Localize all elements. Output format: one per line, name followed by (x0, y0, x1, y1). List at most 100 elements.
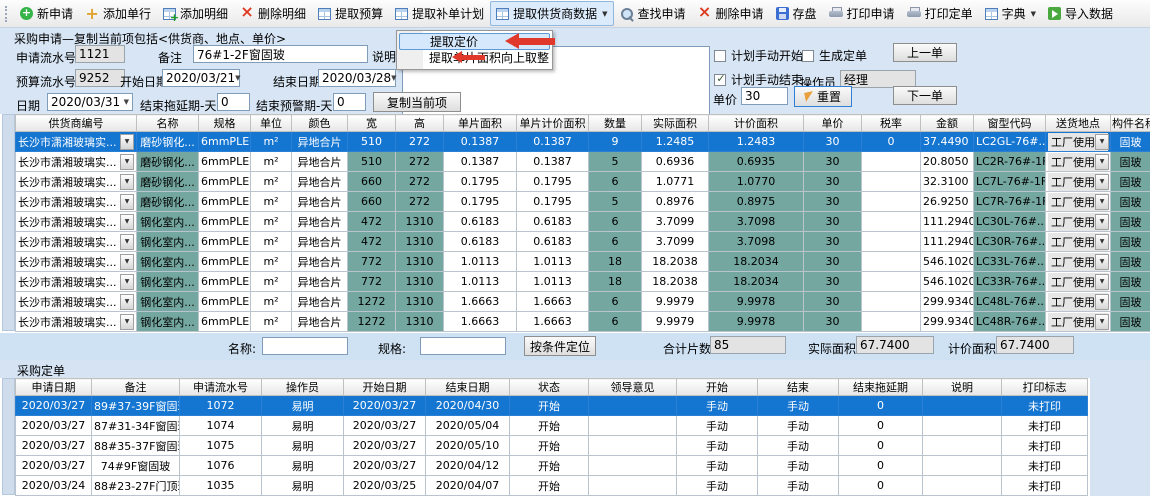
cell[interactable]: 易明 (262, 456, 344, 476)
cell[interactable]: 钢化室内... (137, 272, 199, 292)
column-header[interactable]: 开始 (677, 379, 758, 396)
supplier-combo[interactable]: 长沙市潇湘玻璃实...▼ (18, 153, 134, 171)
total-pieces-field[interactable] (710, 336, 786, 354)
cell[interactable]: LC2R-76#-1F (974, 152, 1046, 172)
chevron-down-icon[interactable]: ▼ (391, 74, 396, 82)
copy-current-item-button[interactable]: 复制当前项 (373, 92, 461, 112)
chevron-down-icon[interactable]: ▼ (120, 254, 134, 270)
cell[interactable]: 工厂使用▼ (1046, 212, 1111, 232)
cell[interactable]: 1272 (348, 292, 396, 312)
cell[interactable]: 工厂使用▼ (1046, 132, 1111, 152)
chevron-down-icon[interactable]: ▼ (120, 154, 134, 170)
cell[interactable]: 6mmPLE... (199, 152, 251, 172)
import-data-button[interactable]: 导入数据 (1042, 1, 1119, 26)
cell[interactable] (862, 292, 921, 312)
column-header[interactable]: 数量 (589, 115, 642, 132)
chevron-down-icon[interactable]: ▼ (120, 274, 134, 290)
cell[interactable]: 1075 (180, 436, 262, 456)
column-header[interactable]: 构件名称 (1111, 115, 1150, 132)
cell[interactable]: 30 (804, 312, 862, 332)
cell[interactable]: 546.1020 (921, 252, 974, 272)
cell[interactable]: 磨砂钢化... (137, 172, 199, 192)
cell[interactable]: 0 (839, 476, 923, 496)
cell[interactable]: 18 (589, 252, 642, 272)
cell[interactable]: 299.9340 (921, 312, 974, 332)
cell[interactable]: 1.0113 (517, 252, 589, 272)
cell[interactable]: 88#23-27F门顶玻 (92, 476, 180, 496)
column-header[interactable]: 结束拖延期 (839, 379, 923, 396)
cell[interactable] (862, 172, 921, 192)
cell[interactable]: 0.8975 (709, 192, 804, 212)
cell[interactable]: m² (251, 192, 292, 212)
cell[interactable]: m² (251, 212, 292, 232)
cell[interactable]: 0 (862, 132, 921, 152)
cell[interactable] (862, 192, 921, 212)
cell[interactable]: 固玻 (1111, 192, 1150, 212)
cell[interactable]: m² (251, 152, 292, 172)
cell[interactable]: 工厂使用▼ (1046, 312, 1111, 332)
column-header[interactable]: 税率 (862, 115, 921, 132)
chevron-down-icon[interactable]: ▼ (1095, 314, 1109, 330)
cell[interactable]: 异地合片 (292, 192, 348, 212)
table-row[interactable]: 长沙市潇湘玻璃实...▼磨砂钢化...6mmPLE...m²异地合片660272… (16, 172, 1150, 192)
cell[interactable]: 0.6936 (642, 152, 709, 172)
supplier-combo[interactable]: 长沙市潇湘玻璃实...▼ (18, 273, 134, 291)
cell[interactable]: 1.0771 (642, 172, 709, 192)
cell[interactable] (862, 252, 921, 272)
cell[interactable] (862, 212, 921, 232)
cell[interactable] (589, 456, 677, 476)
manual-start-checkbox[interactable]: 计划手动开始 (714, 47, 803, 64)
cell[interactable]: 1076 (180, 456, 262, 476)
cell[interactable]: 工厂使用▼ (1046, 252, 1111, 272)
column-header[interactable]: 颜色 (292, 115, 348, 132)
cell[interactable]: 1.6663 (517, 292, 589, 312)
cell[interactable]: 30 (804, 212, 862, 232)
cell[interactable]: m² (251, 132, 292, 152)
cell[interactable]: 长沙市潇湘玻璃实...▼ (16, 312, 137, 332)
cell[interactable]: 0 (839, 396, 923, 416)
cell[interactable]: 30 (804, 152, 862, 172)
delivery-place-combo[interactable]: 工厂使用▼ (1048, 253, 1108, 271)
chevron-down-icon[interactable]: ▼ (1095, 134, 1109, 150)
cell[interactable] (862, 152, 921, 172)
cell[interactable]: m² (251, 232, 292, 252)
cell[interactable]: 5 (589, 152, 642, 172)
cell[interactable]: LC33L-76#... (974, 252, 1046, 272)
cell[interactable]: 18.2038 (642, 252, 709, 272)
delivery-place-combo[interactable]: 工厂使用▼ (1048, 153, 1108, 171)
cell[interactable]: 长沙市潇湘玻璃实...▼ (16, 132, 137, 152)
chevron-down-icon[interactable]: ▼ (124, 98, 129, 106)
cell[interactable]: 固玻 (1111, 272, 1150, 292)
cell[interactable]: 546.1020 (921, 272, 974, 292)
table-row[interactable]: 长沙市潇湘玻璃实...▼磨砂钢化...6mmPLE...m²异地合片510272… (16, 132, 1150, 152)
cell[interactable]: LC30L-76#... (974, 212, 1046, 232)
cell[interactable]: 易明 (262, 396, 344, 416)
cell[interactable]: 2020/03/27 (16, 436, 92, 456)
reset-button[interactable]: 重置 (794, 86, 852, 107)
column-header[interactable]: 结束日期 (426, 379, 510, 396)
extract-supplier-data-button[interactable]: 提取供货商数据▼ (490, 1, 613, 26)
supplier-combo[interactable]: 长沙市潇湘玻璃实...▼ (18, 313, 134, 331)
cell[interactable]: 手动 (758, 476, 839, 496)
unit-price-field[interactable] (741, 87, 788, 105)
cell[interactable]: 30 (804, 232, 862, 252)
cell[interactable]: 6 (589, 292, 642, 312)
cell[interactable]: 9.9978 (709, 312, 804, 332)
chevron-down-icon[interactable]: ▼ (1095, 274, 1109, 290)
chevron-down-icon[interactable]: ▼ (120, 194, 134, 210)
cell[interactable]: 开始 (510, 436, 589, 456)
remark-field[interactable] (193, 45, 368, 63)
cell[interactable]: 长沙市潇湘玻璃实...▼ (16, 252, 137, 272)
cell[interactable]: 18.2034 (709, 252, 804, 272)
delivery-place-combo[interactable]: 工厂使用▼ (1048, 173, 1108, 191)
supplier-combo[interactable]: 长沙市潇湘玻璃实...▼ (18, 193, 134, 211)
cell[interactable]: 1.0770 (709, 172, 804, 192)
cell[interactable]: 钢化室内... (137, 232, 199, 252)
budget-serial-field[interactable] (75, 69, 125, 87)
cell[interactable]: 272 (396, 132, 444, 152)
column-header[interactable]: 操作员 (262, 379, 344, 396)
cell[interactable]: 2020/03/27 (16, 416, 92, 436)
cell[interactable]: 2020/05/10 (426, 436, 510, 456)
cell[interactable]: 1.6663 (517, 312, 589, 332)
table-row[interactable]: 长沙市潇湘玻璃实...▼钢化室内...6mmPLE...m²异地合片772131… (16, 252, 1150, 272)
